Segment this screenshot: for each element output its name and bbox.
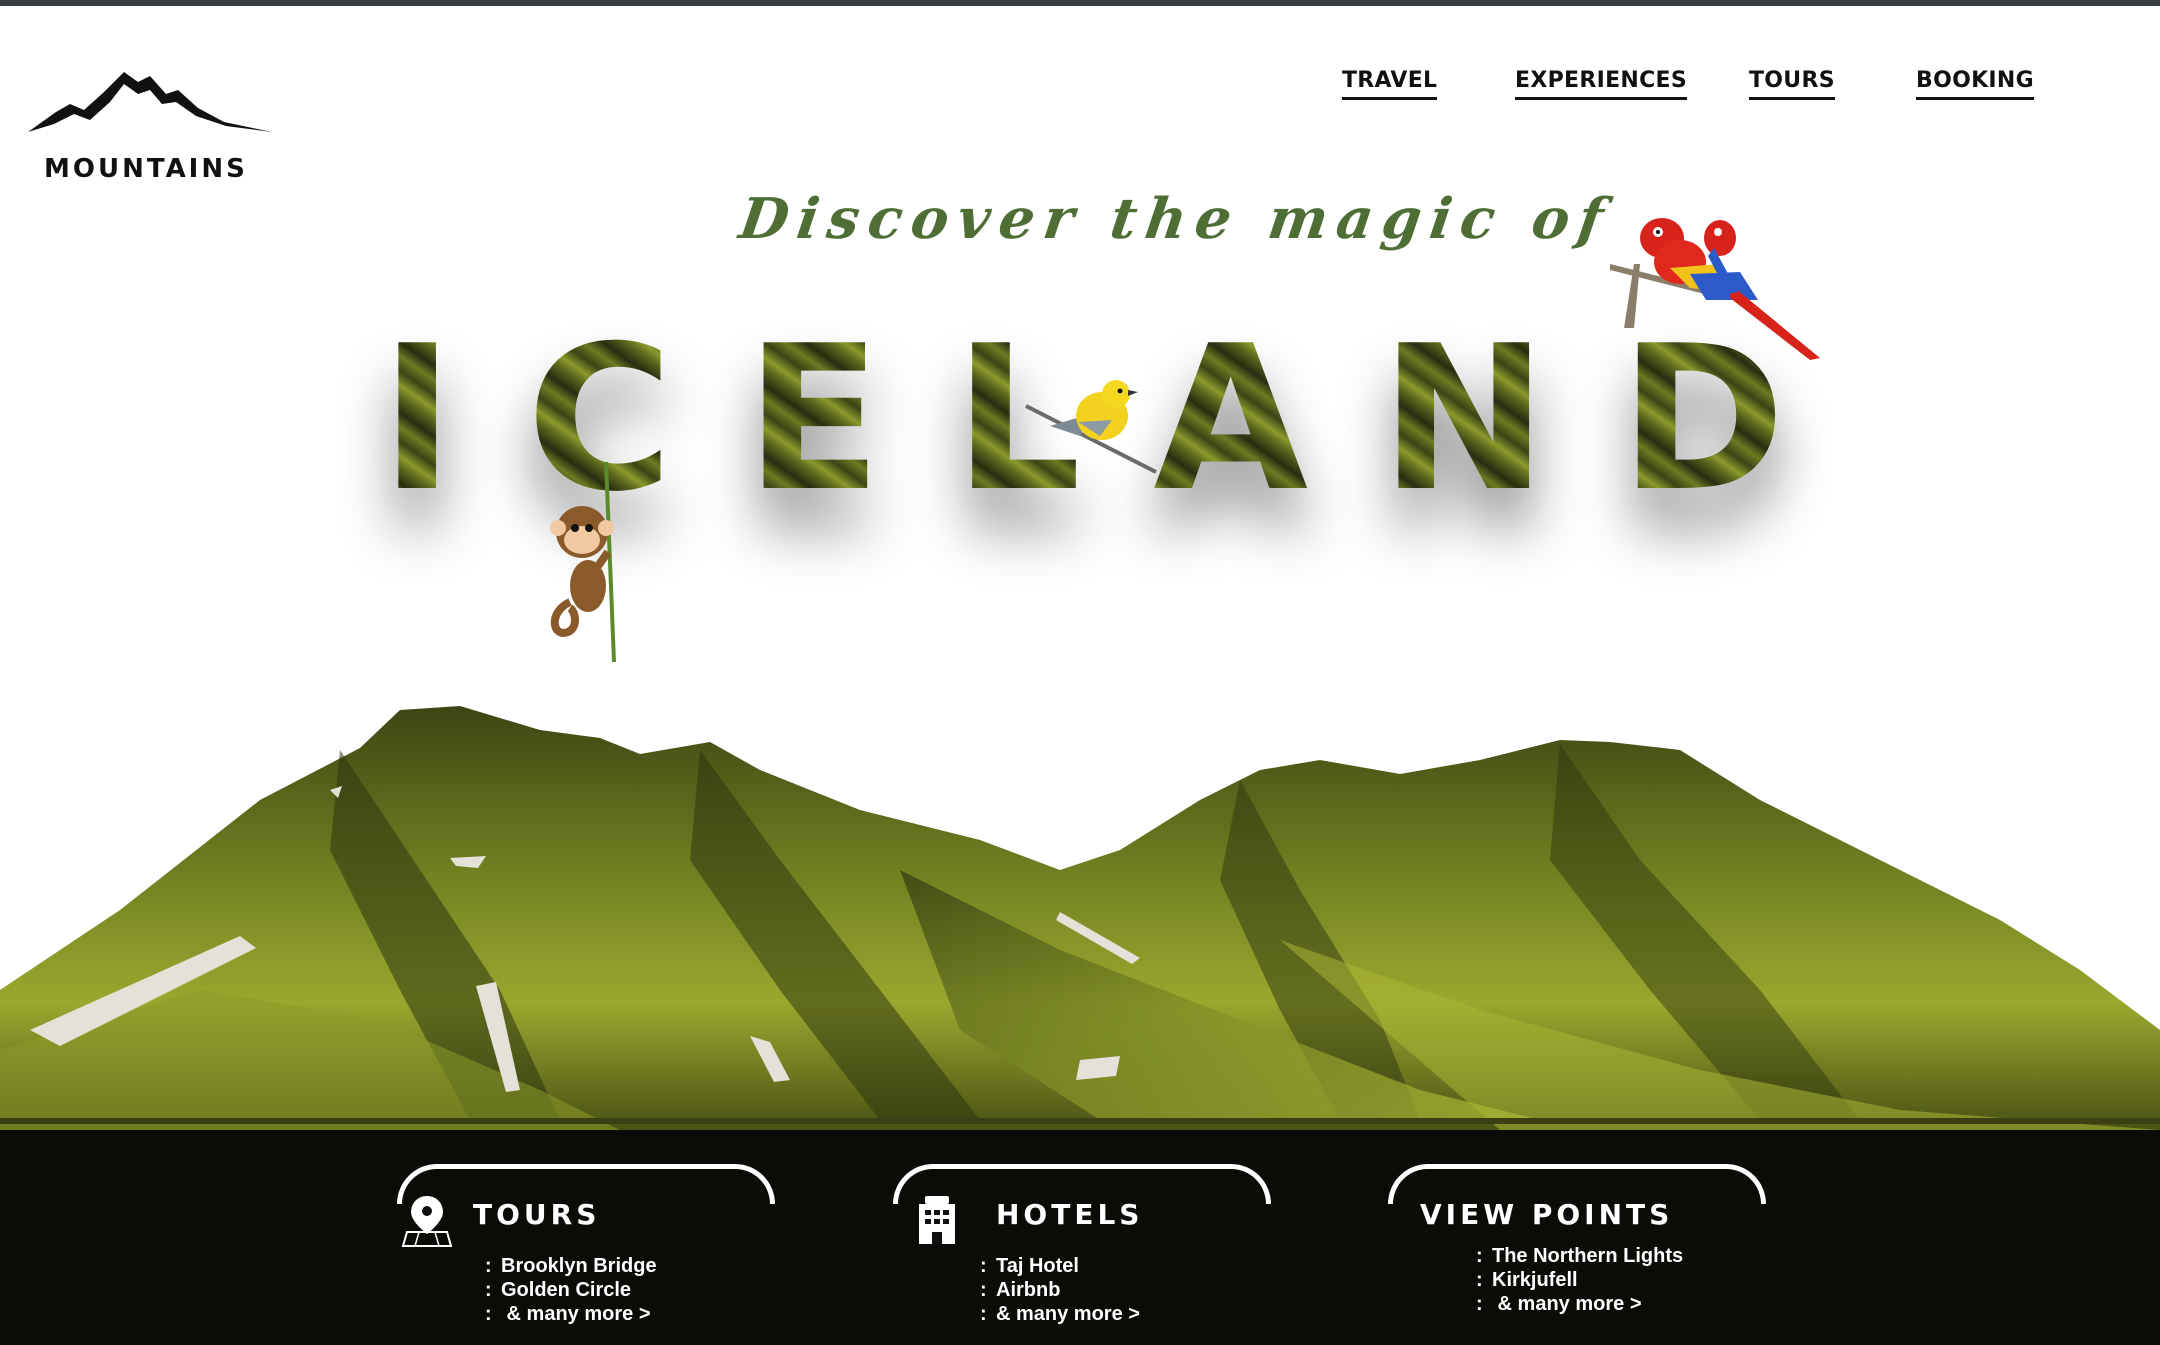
card-hotels: HOTELS : Taj Hotel : Airbnb : & many more > [893, 1164, 1271, 1344]
list-item[interactable]: : & many more > [1476, 1292, 1683, 1316]
hotel-building-icon [919, 1196, 955, 1244]
list-item[interactable]: : Kirkjufell [1476, 1268, 1683, 1292]
main-nav: TRAVEL EXPERIENCES TOURS BOOKING [0, 68, 2160, 108]
list-item[interactable]: : Taj Hotel [980, 1254, 1140, 1278]
list-item[interactable]: : Golden Circle [485, 1278, 657, 1302]
hero-tagline: Discover the magic of [735, 186, 1617, 252]
nav-experiences[interactable]: EXPERIENCES [1515, 68, 1688, 100]
list-item[interactable]: : The Northern Lights [1476, 1244, 1683, 1268]
map-pin-icon [401, 1196, 453, 1247]
card-tours-title: TOURS [473, 1198, 601, 1231]
card-tours-list: : Brooklyn Bridge : Golden Circle : & many… [485, 1254, 657, 1326]
card-hotels-list: : Taj Hotel : Airbnb : & many more > [980, 1254, 1140, 1326]
card-view-points-title: VIEW POINTS [1420, 1198, 1674, 1231]
card-hotels-title: HOTELS [996, 1198, 1144, 1231]
nav-travel[interactable]: TRAVEL [1342, 68, 1438, 100]
list-item[interactable]: : & many more > [980, 1302, 1140, 1326]
nav-tours[interactable]: TOURS [1749, 68, 1835, 100]
list-item[interactable]: : & many more > [485, 1302, 657, 1326]
list-item[interactable]: : Airbnb [980, 1278, 1140, 1302]
brand-name: MOUNTAINS [44, 154, 248, 184]
nav-booking[interactable]: BOOKING [1916, 68, 2034, 100]
card-view-points-list: : The Northern Lights : Kirkjufell : & man… [1476, 1244, 1683, 1316]
card-tours: TOURS : Brooklyn Bridge : Golden Circle : … [397, 1164, 775, 1344]
monkey-icon [550, 462, 616, 662]
top-bar [0, 0, 2160, 6]
card-view-points: VIEW POINTS : The Northern Lights : Kirkju… [1388, 1164, 1766, 1344]
yellow-bird-icon [1025, 380, 1157, 474]
list-item[interactable]: : Brooklyn Bridge [485, 1254, 657, 1278]
parrot-icon [1610, 218, 1820, 360]
